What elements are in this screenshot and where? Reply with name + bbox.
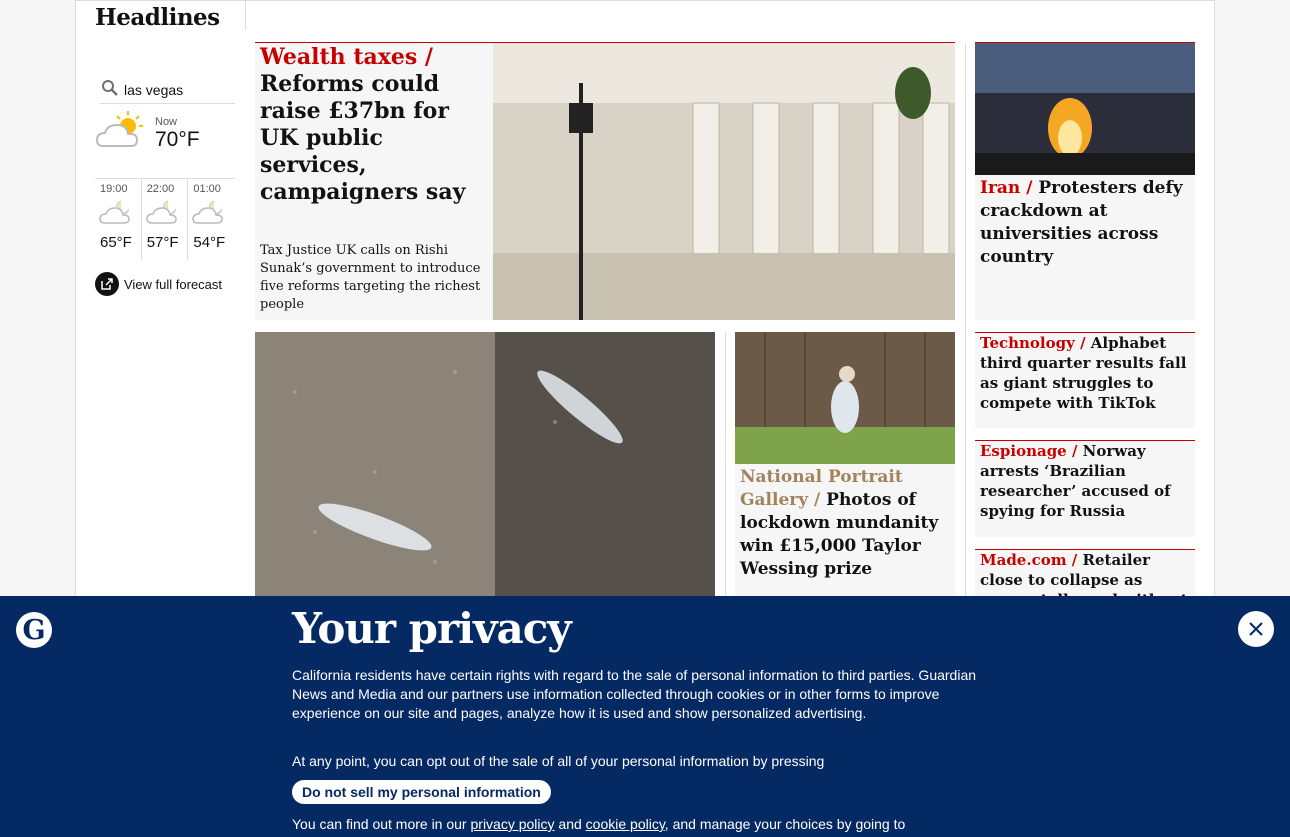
weather-hour: 01:00 54°F [188,179,235,260]
main-story-headline[interactable]: Wealth taxes / Reforms could raise £37bn… [260,44,485,206]
main-story-standfirst: Tax Justice UK calls on Rishi Sunak’s go… [260,243,481,312]
search-icon [102,79,118,96]
weather-hour-time: 19:00 [100,183,128,195]
moon-cloud-icon [192,200,224,224]
weather-location-search[interactable]: las vegas [100,74,235,104]
moon-cloud-icon [99,200,130,224]
close-banner-button[interactable] [1238,611,1274,647]
weather-now: Now 70°F [95,108,235,178]
weather-hour: 19:00 65°F [95,179,142,260]
partly-sunny-icon [95,111,143,147]
moon-cloud-icon [145,200,177,224]
section-title: Headlines [95,4,220,31]
weather-hour-temp: 57°F [146,234,179,251]
main-story-title: Reforms could raise £37bn for UK public … [260,71,466,205]
privacy-and-text: and [558,816,582,832]
external-link-icon [95,272,119,296]
privacy-paragraph-2: At any point, you can opt out of the sal… [292,753,825,769]
small-story-headline[interactable]: Technology / Alphabet third quarter resu… [980,333,1190,413]
privacy-paragraph-3-start: You can find out more in our [292,816,467,832]
privacy-banner: G Your privacy California residents have… [0,596,1290,837]
do-not-sell-button[interactable]: Do not sell my personal information [292,780,551,804]
iran-story-kicker: Iran / [980,178,1033,198]
privacy-title: Your privacy [292,604,572,653]
weather-hour-temp: 65°F [100,234,132,251]
view-forecast-label: View full forecast [124,276,223,292]
close-icon [1249,622,1263,636]
column-divider [965,43,966,598]
privacy-paragraph-3-end: , and manage your choices by going to [664,816,906,832]
weather-now-label: Now [155,116,178,128]
main-story-image[interactable] [493,43,955,320]
weather-location: las vegas [124,81,184,98]
weather-hour-temp: 54°F [193,234,226,251]
privacy-paragraph-3: You can find out more in our privacy pol… [292,815,1002,834]
weather-hourly: 19:00 65°F 22:00 57°F 01:00 54°F [95,178,235,260]
small-story-headline[interactable]: Espionage / Norway arrests ‘Brazilian re… [980,441,1190,521]
cookie-policy-link[interactable]: cookie policy [586,816,665,832]
privacy-paragraph-1: California residents have certain rights… [292,667,977,721]
small-story-kicker: Made.com / [980,551,1078,569]
guardian-logo-icon: G [16,612,52,648]
column-divider [725,332,726,598]
main-story-kicker: Wealth taxes / [260,44,433,70]
privacy-policy-link[interactable]: privacy policy [471,816,555,832]
weather-hour-time: 22:00 [146,183,175,195]
fish-story-image[interactable] [255,332,715,596]
top-rule [75,0,1215,1]
view-forecast-link[interactable]: View full forecast [95,272,222,296]
header-divider [245,0,246,30]
small-story-kicker: Espionage / [980,442,1078,460]
weather-hour-time: 01:00 [193,183,221,195]
npg-story-image[interactable] [735,332,955,464]
iran-story-headline[interactable]: Iran / Protesters defy crackdown at univ… [980,177,1190,269]
small-story-kicker: Technology / [980,334,1086,352]
weather-hour: 22:00 57°F [142,179,189,260]
iran-story-image[interactable] [975,43,1195,175]
weather-now-temp: 70°F [155,128,200,151]
npg-story-headline[interactable]: National Portrait Gallery / Photos of lo… [740,466,950,581]
